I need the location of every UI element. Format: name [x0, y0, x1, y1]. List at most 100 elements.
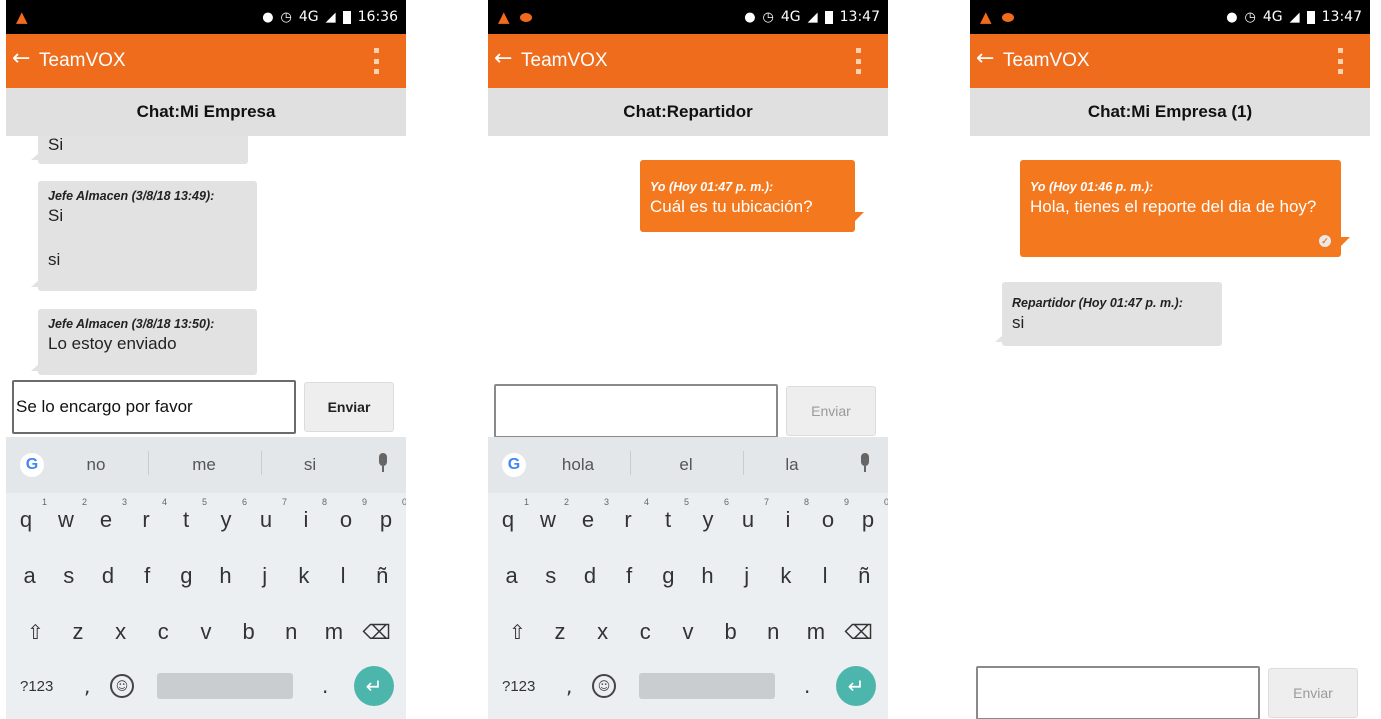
shift-icon[interactable]: ⇧: [500, 620, 534, 645]
message-sender: Jefe Almacen (3/8/18 13:49):: [48, 189, 215, 203]
microphone-icon[interactable]: [376, 453, 390, 475]
key[interactable]: c: [628, 619, 662, 645]
key[interactable]: k: [769, 563, 803, 589]
key[interactable]: h: [209, 563, 243, 589]
overflow-menu-icon[interactable]: [1338, 48, 1344, 74]
key[interactable]: c: [146, 619, 180, 645]
key[interactable]: i8: [289, 497, 327, 533]
key[interactable]: v: [189, 619, 223, 645]
backspace-icon[interactable]: ⌫: [842, 620, 876, 645]
key[interactable]: n: [274, 619, 308, 645]
key[interactable]: m: [799, 619, 833, 645]
key[interactable]: x: [104, 619, 138, 645]
key[interactable]: r4: [129, 497, 167, 533]
key[interactable]: e3: [571, 497, 609, 533]
key[interactable]: d: [91, 563, 125, 589]
key[interactable]: w2: [531, 497, 569, 533]
key[interactable]: z: [543, 619, 577, 645]
back-arrow-icon[interactable]: ←: [494, 46, 512, 71]
message-input[interactable]: Se lo encargo por favor: [12, 380, 296, 434]
suggestion-strip: G hola el la: [488, 437, 888, 493]
key[interactable]: q1: [9, 497, 47, 533]
key[interactable]: h: [691, 563, 725, 589]
shift-icon[interactable]: ⇧: [18, 620, 52, 645]
key[interactable]: f: [130, 563, 164, 589]
key[interactable]: n: [756, 619, 790, 645]
message-bubble: Jefe Almacen (3/8/18 13:50): Lo estoy en…: [31, 309, 257, 375]
key[interactable]: t5: [169, 497, 207, 533]
emoji-icon[interactable]: ☺: [110, 674, 134, 698]
key[interactable]: q1: [491, 497, 529, 533]
app-bar: ← TeamVOX: [970, 34, 1370, 88]
google-logo-icon[interactable]: G: [502, 453, 526, 477]
signal-icon: ◢: [325, 9, 336, 25]
comma-key[interactable]: ,: [566, 674, 572, 698]
key[interactable]: y6: [209, 497, 248, 533]
suggestion-word[interactable]: el: [636, 455, 736, 475]
space-bar[interactable]: [157, 673, 293, 699]
send-button[interactable]: Enviar: [304, 382, 394, 432]
key[interactable]: a: [495, 563, 529, 589]
message-input[interactable]: [976, 666, 1260, 719]
suggestion-word[interactable]: si: [260, 455, 360, 475]
key[interactable]: ñ: [365, 563, 399, 589]
message-bubble: Repartidor (Hoy 01:47 p. m.): si: [995, 282, 1222, 346]
key[interactable]: o9: [811, 497, 849, 533]
key[interactable]: u7: [249, 497, 287, 533]
key[interactable]: v: [671, 619, 705, 645]
key[interactable]: ñ: [847, 563, 881, 589]
suggestion-word[interactable]: la: [742, 455, 842, 475]
key[interactable]: u7: [731, 497, 769, 533]
key[interactable]: b: [232, 619, 266, 645]
key[interactable]: g: [169, 563, 203, 589]
symbols-key[interactable]: ?123: [20, 678, 53, 695]
key[interactable]: r4: [611, 497, 649, 533]
key[interactable]: k: [287, 563, 321, 589]
key[interactable]: i8: [771, 497, 809, 533]
key[interactable]: t5: [651, 497, 689, 533]
notification-chat-icon: [1001, 12, 1014, 22]
message-input[interactable]: [494, 384, 778, 438]
key[interactable]: w2: [49, 497, 87, 533]
key[interactable]: l: [808, 563, 842, 589]
key[interactable]: z: [61, 619, 95, 645]
key[interactable]: j: [248, 563, 282, 589]
key[interactable]: s: [52, 563, 86, 589]
key[interactable]: p0: [851, 497, 888, 533]
key[interactable]: x: [586, 619, 620, 645]
key[interactable]: b: [714, 619, 748, 645]
key[interactable]: a: [13, 563, 47, 589]
enter-icon[interactable]: ↵: [354, 666, 394, 706]
key[interactable]: o9: [329, 497, 367, 533]
space-bar[interactable]: [639, 673, 775, 699]
symbols-key[interactable]: ?123: [502, 678, 535, 695]
backspace-icon[interactable]: ⌫: [360, 620, 394, 645]
key[interactable]: s: [534, 563, 568, 589]
enter-icon[interactable]: ↵: [836, 666, 876, 706]
overflow-menu-icon[interactable]: [856, 48, 862, 74]
suggestion-word[interactable]: no: [46, 455, 146, 475]
google-logo-icon[interactable]: G: [20, 453, 44, 477]
key[interactable]: p0: [369, 497, 406, 533]
period-key[interactable]: .: [804, 674, 810, 698]
overflow-menu-icon[interactable]: [374, 48, 380, 74]
key[interactable]: j: [730, 563, 764, 589]
key[interactable]: l: [326, 563, 360, 589]
send-button[interactable]: Enviar: [1268, 668, 1358, 718]
comma-key[interactable]: ,: [84, 674, 90, 698]
key[interactable]: g: [651, 563, 685, 589]
back-arrow-icon[interactable]: ←: [12, 46, 30, 71]
key[interactable]: e3: [89, 497, 127, 533]
soft-keyboard: G no me si q1 w2 e3 r4 t5 y6 u7 i8 o9 p0…: [6, 437, 406, 719]
microphone-icon[interactable]: [858, 453, 872, 475]
key[interactable]: m: [317, 619, 351, 645]
suggestion-word[interactable]: hola: [528, 455, 628, 475]
key[interactable]: y6: [691, 497, 730, 533]
period-key[interactable]: .: [322, 674, 328, 698]
back-arrow-icon[interactable]: ←: [976, 46, 994, 71]
emoji-icon[interactable]: ☺: [592, 674, 616, 698]
send-button[interactable]: Enviar: [786, 386, 876, 436]
key[interactable]: f: [612, 563, 646, 589]
suggestion-word[interactable]: me: [154, 455, 254, 475]
key[interactable]: d: [573, 563, 607, 589]
